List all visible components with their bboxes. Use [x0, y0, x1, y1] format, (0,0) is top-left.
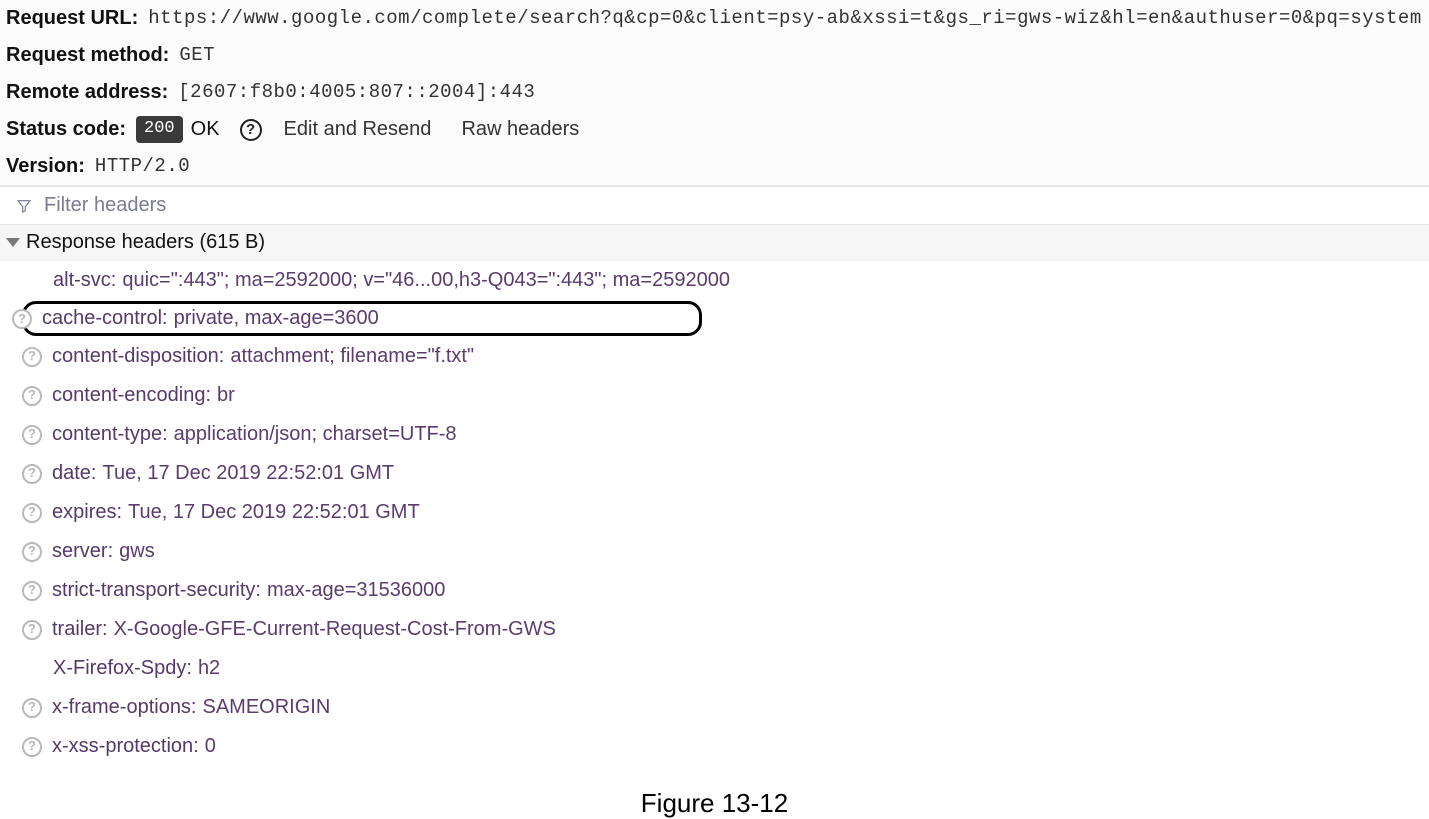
header-row: ? strict-transport-security:max-age=31536…: [0, 571, 1429, 610]
header-name: server:: [52, 536, 113, 567]
header-name: X-Firefox-Spdy:: [53, 653, 192, 684]
version-value: HTTP/2.0: [95, 153, 190, 181]
header-value: gws: [119, 536, 155, 567]
header-row: ? date:Tue, 17 Dec 2019 22:52:01 GMT: [0, 454, 1429, 493]
request-method-value: GET: [179, 42, 215, 70]
header-name: x-xss-protection:: [52, 731, 199, 762]
header-row: ? content-disposition:attachment; filenam…: [0, 337, 1429, 376]
header-name: date:: [52, 458, 96, 489]
header-row-highlighted: ?cache-control:private, max-age=3600: [22, 301, 702, 336]
edit-and-resend-button[interactable]: Edit and Resend: [284, 115, 432, 144]
header-name: content-disposition:: [52, 341, 224, 372]
filter-headers-input[interactable]: [42, 193, 442, 218]
help-icon[interactable]: ?: [22, 698, 42, 718]
header-name: alt-svc:: [53, 265, 116, 296]
request-url-value: https://www.google.com/complete/search?q…: [148, 5, 1429, 33]
request-url-row: Request URL: https://www.google.com/comp…: [0, 0, 1429, 37]
header-name: trailer:: [52, 614, 108, 645]
filter-icon: [16, 198, 32, 214]
help-icon[interactable]: ?: [22, 737, 42, 757]
header-value: X-Google-GFE-Current-Request-Cost-From-G…: [114, 614, 556, 645]
header-row: alt-svc:quic=":443"; ma=2592000; v="46..…: [0, 261, 1429, 300]
response-headers-title: Response headers (615 B): [26, 231, 265, 254]
header-row: ? x-frame-options:SAMEORIGIN: [0, 688, 1429, 727]
header-value: h2: [198, 653, 220, 684]
status-code-label: Status code:: [6, 115, 126, 144]
response-headers-section-toggle[interactable]: Response headers (615 B): [0, 225, 1429, 261]
help-icon[interactable]: ?: [22, 542, 42, 562]
header-row: ? x-xss-protection:0: [0, 727, 1429, 766]
header-row: ? expires:Tue, 17 Dec 2019 22:52:01 GMT: [0, 493, 1429, 532]
header-value: 0: [205, 731, 216, 762]
help-icon[interactable]: ?: [22, 581, 42, 601]
header-name: strict-transport-security:: [52, 575, 261, 606]
header-value: application/json; charset=UTF-8: [174, 419, 457, 450]
help-icon[interactable]: ?: [22, 620, 42, 640]
header-value: SAMEORIGIN: [203, 692, 331, 723]
remote-address-value: [2607:f8b0:4005:807::2004]:443: [178, 79, 535, 107]
status-code-row: Status code: 200 OK ? Edit and Resend Ra…: [0, 111, 1429, 148]
response-headers-list: alt-svc:quic=":443"; ma=2592000; v="46..…: [0, 261, 1429, 766]
header-row: ? content-type:application/json; charset=…: [0, 415, 1429, 454]
header-name: content-type:: [52, 419, 168, 450]
help-icon[interactable]: ?: [22, 386, 42, 406]
header-value: br: [217, 380, 235, 411]
chevron-down-icon: [6, 238, 20, 247]
header-value: attachment; filename="f.txt": [230, 341, 474, 372]
filter-headers-bar[interactable]: [0, 186, 1429, 225]
header-value: Tue, 17 Dec 2019 22:52:01 GMT: [102, 458, 394, 489]
status-text: OK: [191, 115, 220, 144]
figure-caption: Figure 13-12: [0, 788, 1429, 819]
help-icon[interactable]: ?: [22, 464, 42, 484]
header-row: ? content-encoding:br: [0, 376, 1429, 415]
request-url-label: Request URL:: [6, 4, 138, 33]
header-name: x-frame-options:: [52, 692, 197, 723]
request-method-label: Request method:: [6, 41, 169, 70]
version-label: Version:: [6, 152, 85, 181]
status-code-badge: 200: [136, 116, 183, 143]
version-row: Version: HTTP/2.0: [0, 148, 1429, 185]
header-row: ? server:gws: [0, 532, 1429, 571]
request-summary-panel: Request URL: https://www.google.com/comp…: [0, 0, 1429, 186]
raw-headers-button[interactable]: Raw headers: [461, 115, 579, 144]
header-row: X-Firefox-Spdy:h2: [0, 649, 1429, 688]
header-value: max-age=31536000: [267, 575, 445, 606]
header-value: private, max-age=3600: [174, 307, 379, 330]
remote-address-label: Remote address:: [6, 78, 168, 107]
help-icon[interactable]: ?: [22, 425, 42, 445]
help-icon[interactable]: ?: [22, 503, 42, 523]
header-name: content-encoding:: [52, 380, 211, 411]
header-value: quic=":443"; ma=2592000; v="46...00,h3-Q…: [122, 265, 730, 296]
header-name: cache-control:: [42, 307, 168, 330]
request-method-row: Request method: GET: [0, 37, 1429, 74]
help-icon[interactable]: ?: [12, 309, 32, 329]
header-row: ? trailer:X-Google-GFE-Current-Request-Co…: [0, 610, 1429, 649]
header-value: Tue, 17 Dec 2019 22:52:01 GMT: [128, 497, 420, 528]
help-icon[interactable]: ?: [22, 347, 42, 367]
remote-address-row: Remote address: [2607:f8b0:4005:807::200…: [0, 74, 1429, 111]
header-name: expires:: [52, 497, 122, 528]
help-icon[interactable]: ?: [240, 119, 262, 141]
